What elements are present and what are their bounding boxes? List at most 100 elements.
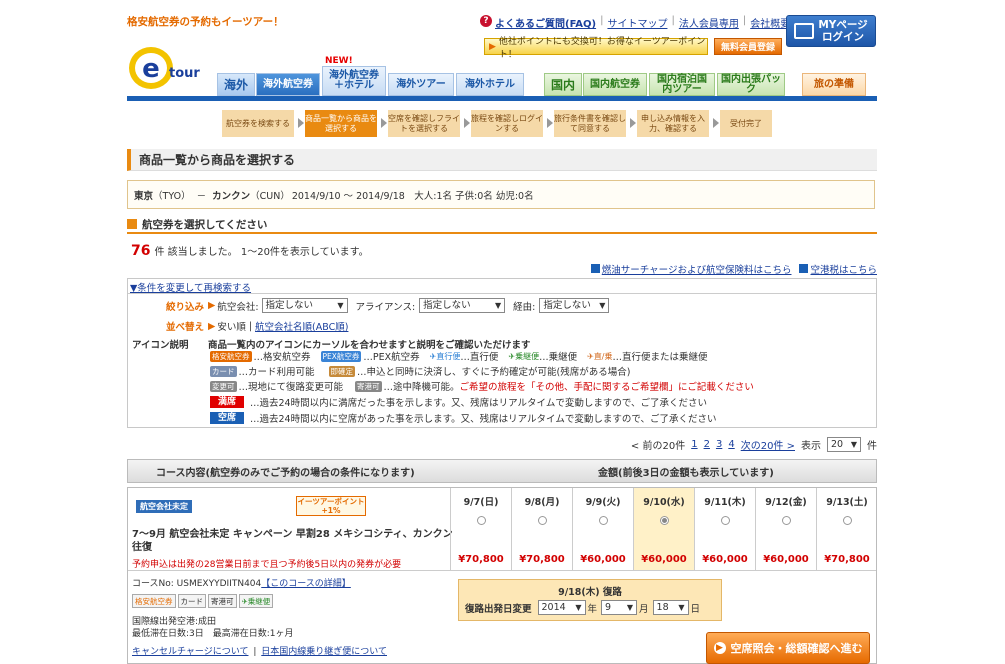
seat-check-label: 空席照会・総額確認へ進む xyxy=(730,642,863,655)
page-title: 商品一覧から商品を選択する xyxy=(127,149,877,171)
course-title: 7～9月 航空会社未定 キャンペーン 早割28 メキシコシティ、カンクン 往復 xyxy=(132,529,453,553)
faq-link[interactable]: よくあるご質問(FAQ) xyxy=(495,15,596,30)
date-label: 9/8(月) xyxy=(524,497,560,508)
via-select[interactable]: 指定しない xyxy=(539,298,610,313)
booking-steps: 航空券を検索する 商品一覧から商品を選択する 空席を確認しフライトを選択する 旅… xyxy=(222,110,882,138)
date-cell-0907[interactable]: 9/7(日) ¥70,800 xyxy=(450,488,511,570)
step-arrow-icon xyxy=(298,118,304,128)
date-cell-0911[interactable]: 9/11(木) ¥60,000 xyxy=(694,488,755,570)
alliance-label: アライアンス: xyxy=(355,301,416,313)
course-links: キャンセルチャージについて | 日本国内線乗り継ぎ便について xyxy=(132,647,387,657)
pex-ticket-icon: PEX航空券 xyxy=(320,350,362,362)
cancel-charge-link[interactable]: キャンセルチャージについて xyxy=(132,647,248,657)
page-3[interactable]: 3 xyxy=(716,439,722,450)
airline-select[interactable]: 指定しない xyxy=(261,298,348,313)
course-detail-link[interactable]: 【このコースの詳細】 xyxy=(261,579,351,589)
icon-desc-change: …現地にて復路変更可能 xyxy=(238,382,344,393)
date-cell-0912[interactable]: 9/12(金) ¥60,000 xyxy=(755,488,816,570)
new-badge: NEW! xyxy=(325,56,353,66)
date-price: ¥60,000 xyxy=(702,554,748,565)
course-code-label: コースNo: USMEXYYDIITN404 xyxy=(132,579,262,589)
return-month-select[interactable]: 9 xyxy=(601,600,638,615)
date-label: 9/7(日) xyxy=(463,497,499,508)
top-links: ? よくあるご質問(FAQ) | サイトマップ | 法人会員専用 | 会社概要 xyxy=(480,15,790,30)
via-label: 経由: xyxy=(513,301,536,313)
stopover-icon: 寄港可 xyxy=(208,594,237,608)
next-page-link[interactable]: 次の20件 > xyxy=(741,437,795,452)
step-1: 航空券を検索する xyxy=(222,110,294,137)
date-price: ¥60,000 xyxy=(580,554,626,565)
triangle-icon: ▶ xyxy=(208,300,216,311)
date-cell-0910-selected[interactable]: 9/10(水) ¥60,000 xyxy=(633,488,694,570)
tab-domestic-business[interactable]: 国内出張パック xyxy=(717,73,785,96)
narrow-label: 絞り込み xyxy=(165,301,204,313)
page-4[interactable]: 4 xyxy=(728,439,734,450)
date-cell-0913[interactable]: 9/13(土) ¥70,800 xyxy=(816,488,877,570)
course-code: コースNo: USMEXYYDIITN404【このコースの詳細】 xyxy=(132,576,351,589)
change-condition-link[interactable]: ▼条件を変更して再検索する xyxy=(130,283,251,294)
seat-check-button[interactable]: ▶ 空席照会・総額確認へ進む xyxy=(706,632,870,664)
sort-airline-link[interactable]: 航空会社名順(ABC順) xyxy=(255,319,348,333)
filter-panel: ▼条件を変更して再検索する 絞り込み ▶ 航空会社: 指定しない アライアンス:… xyxy=(127,278,877,428)
page-2[interactable]: 2 xyxy=(704,439,710,450)
plane-both-icon: ✈直/乗 xyxy=(587,351,613,361)
sitemap-link[interactable]: サイトマップ xyxy=(607,15,667,30)
page-1[interactable]: 1 xyxy=(691,439,697,450)
date-radio[interactable] xyxy=(598,516,608,525)
arrow-right-icon: ▶ xyxy=(489,41,496,52)
course-icons: 格安航空券 カード 寄港可 ✈ 乗継便 xyxy=(132,594,275,608)
icon-explain-label: アイコン説明 xyxy=(132,340,189,351)
tab-flight-hotel[interactable]: 海外航空券＋ホテル xyxy=(322,66,386,96)
tab-domestic-tour[interactable]: 国内宿泊国内ツアー xyxy=(649,73,715,96)
date-price: ¥70,800 xyxy=(458,554,504,565)
tab-overseas-flight[interactable]: 海外航空券 xyxy=(256,73,320,96)
date-radio-checked[interactable] xyxy=(659,516,669,525)
alliance-select[interactable]: 指定しない xyxy=(419,298,506,313)
fuel-surcharge-link[interactable]: 燃油サーチャージおよび航空保険料はこちら xyxy=(602,265,792,276)
arrow-square-icon xyxy=(127,219,137,229)
date-radio[interactable] xyxy=(781,516,791,525)
sort-separator: | xyxy=(248,320,253,332)
date-radio[interactable] xyxy=(537,516,547,525)
per-page-unit: 件 xyxy=(867,441,877,452)
promo-text: 他社ポイントにも交換可！お得なイーツアーポイント！ xyxy=(498,36,706,60)
tab-domestic-flight[interactable]: 国内航空券 xyxy=(583,73,647,96)
tab-travel-prep[interactable]: 旅の準備 xyxy=(802,73,866,96)
icon-desc-instant: …申込と同時に決済し、すぐに予約確定が可能(残席がある場合) xyxy=(357,367,631,378)
step-7: 受付完了 xyxy=(720,110,772,137)
mypage-login-button[interactable]: MYページ ログイン xyxy=(786,15,876,47)
etour-logo[interactable]: e tour xyxy=(127,38,217,94)
member-register-button[interactable]: 無料会員登録 xyxy=(714,38,782,55)
corporate-link[interactable]: 法人会員専用 xyxy=(679,15,739,30)
per-page-select[interactable]: 20 xyxy=(827,437,861,452)
display-label: 表示 xyxy=(801,441,821,452)
company-link[interactable]: 会社概要 xyxy=(750,15,790,30)
dest-city: カンクン xyxy=(212,190,251,202)
arrow-circle-icon: ▶ xyxy=(713,642,726,654)
sort-cheap[interactable]: 安い順 xyxy=(217,319,246,333)
date-cell-0908[interactable]: 9/8(月) ¥70,800 xyxy=(511,488,572,570)
date-price: ¥60,000 xyxy=(763,554,809,565)
date-radio[interactable] xyxy=(842,516,852,525)
tab-overseas-hotel[interactable]: 海外ホテル xyxy=(456,73,524,96)
origin-code: （TYO） xyxy=(153,190,191,202)
door-icon xyxy=(794,23,815,39)
point-promo-banner[interactable]: ▶ 他社ポイントにも交換可！お得なイーツアーポイント！ xyxy=(484,37,708,60)
results-header: コース内容(航空券のみでご予約の場合の条件になります) 金額(前後3日の金額も表… xyxy=(127,459,877,483)
course-column-header: コース内容(航空券のみでご予約の場合の条件になります) xyxy=(156,467,415,479)
date-label: 9/12(金) xyxy=(765,497,807,508)
date-price: ¥70,800 xyxy=(824,554,870,565)
point-bonus-tag: イーツアーポイント+1% xyxy=(296,496,366,516)
domestic-connection-link[interactable]: 日本国内線乗り継ぎ便について xyxy=(261,647,387,657)
step-arrow-icon xyxy=(547,118,553,128)
date-radio[interactable] xyxy=(476,516,486,525)
tab-overseas-tour[interactable]: 海外ツアー xyxy=(388,73,454,96)
result-count: 76 件 該当しました。 1～20件を表示しています。 xyxy=(131,243,369,259)
date-cell-0909[interactable]: 9/9(火) ¥60,000 xyxy=(572,488,633,570)
step-5: 旅行条件書を確認して同意する xyxy=(554,110,626,137)
airport-tax-link[interactable]: 空港税はこちら xyxy=(810,265,877,276)
return-day-select[interactable]: 18 xyxy=(652,600,689,615)
return-year-select[interactable]: 2014 xyxy=(537,600,586,615)
date-radio[interactable] xyxy=(720,516,730,525)
cheap-ticket-icon: 格安航空券 xyxy=(132,594,176,608)
